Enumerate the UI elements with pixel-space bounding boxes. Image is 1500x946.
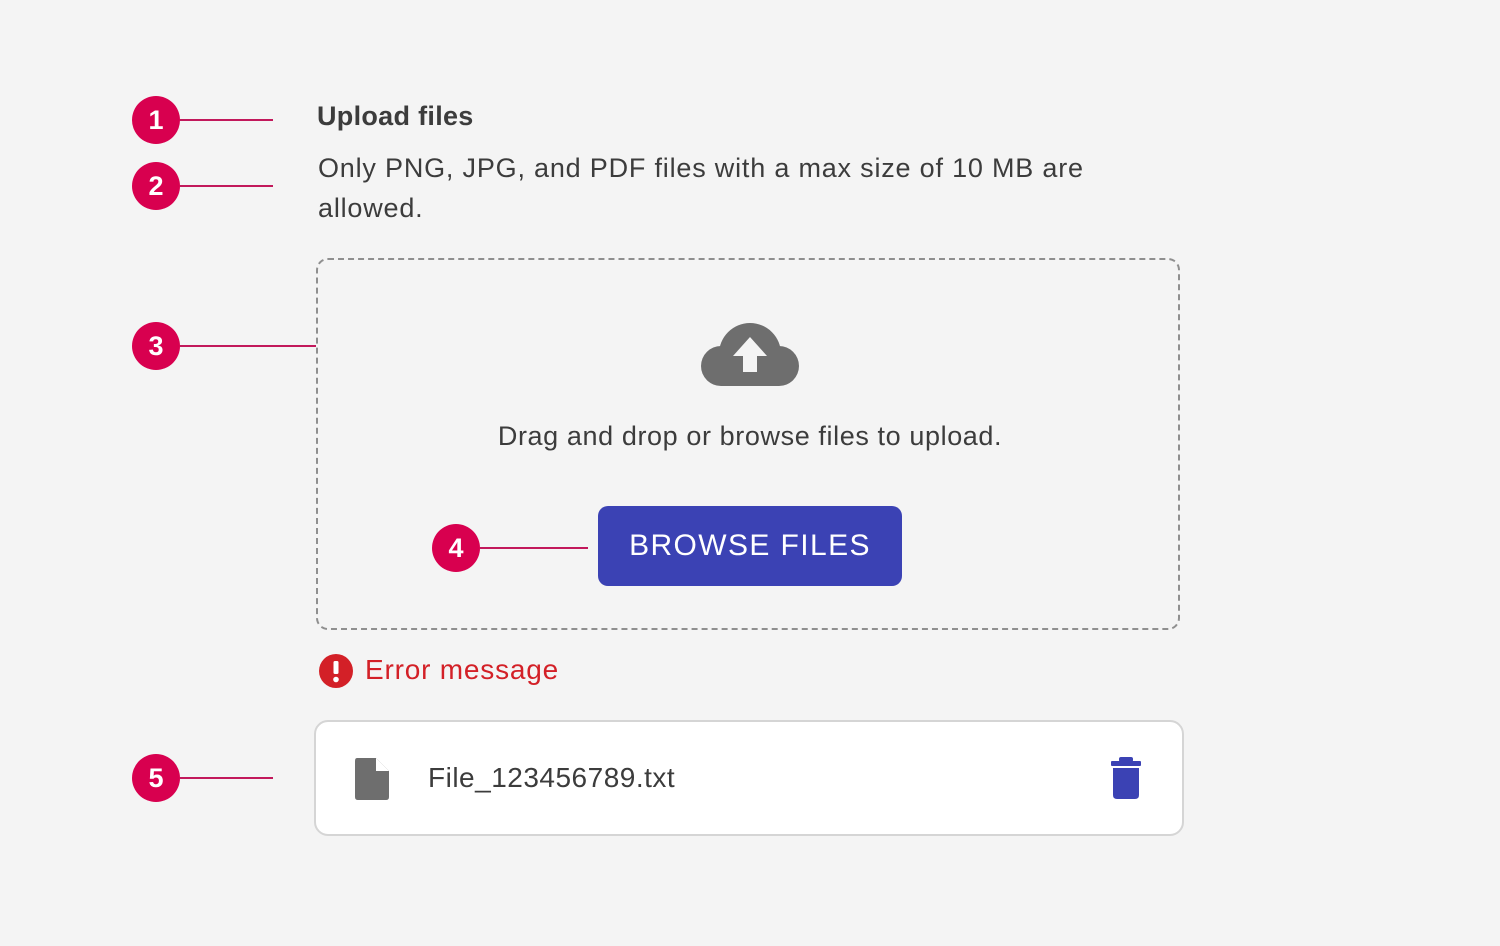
- annotation-marker-3: 3: [132, 322, 180, 370]
- trash-icon[interactable]: [1106, 756, 1146, 800]
- upload-title: Upload files: [317, 101, 474, 131]
- error-icon: [319, 654, 353, 688]
- cloud-upload-icon: [701, 323, 799, 386]
- annotation-marker-5: 5: [132, 754, 180, 802]
- upload-description: Only PNG, JPG, and PDF files with a max …: [318, 153, 1084, 223]
- annotation-leader-1: [180, 119, 273, 121]
- annotation-marker-1: 1: [132, 96, 180, 144]
- annotation-leader-5: [180, 777, 273, 779]
- file-name: File_123456789.txt: [428, 762, 676, 793]
- error-message: Error message: [365, 654, 560, 685]
- annotation-leader-3: [180, 345, 316, 347]
- drop-instruction: Drag and drop or browse files to upload.: [497, 421, 1003, 451]
- annotation-marker-2: 2: [132, 162, 180, 210]
- annotation-leader-2: [180, 185, 273, 187]
- file-icon: [355, 758, 389, 800]
- browse-files-button[interactable]: BROWSE FILES: [598, 506, 902, 586]
